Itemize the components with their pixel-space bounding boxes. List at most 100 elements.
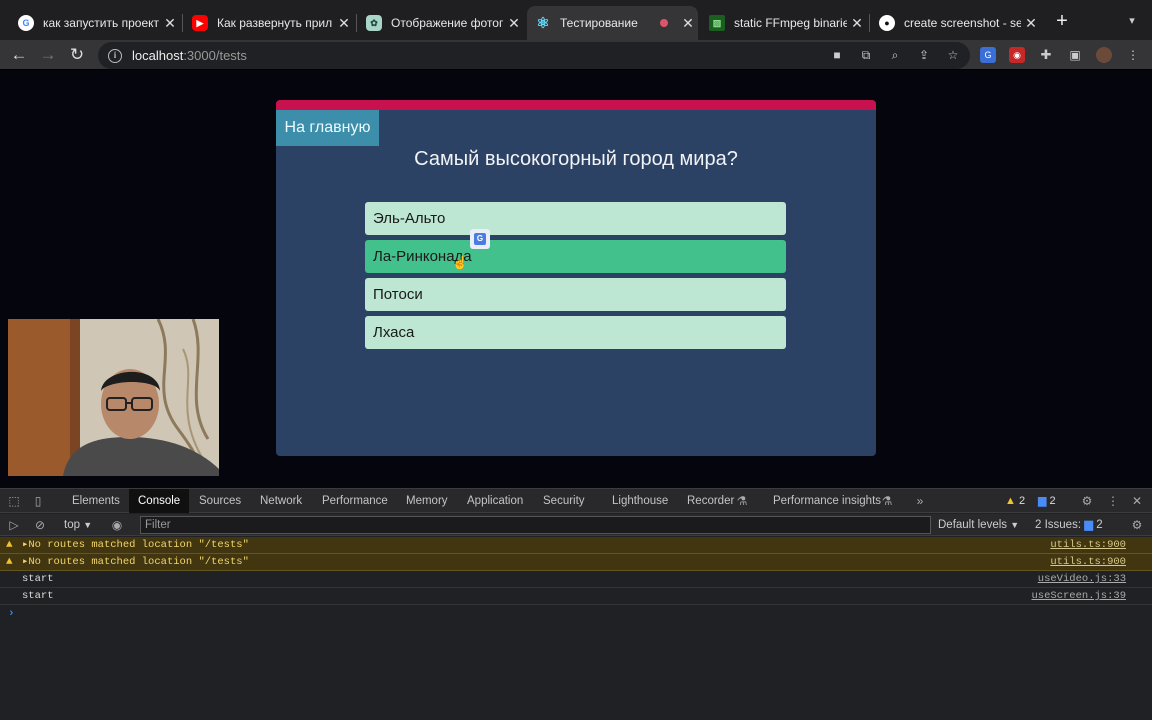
answer-option-hovered[interactable]: Ла-Ринконада [365,240,786,273]
issues-label: 2 Issues: [1035,519,1082,531]
close-tab-icon[interactable]: ✕ [504,15,524,32]
close-tab-icon[interactable]: ✕ [334,15,354,32]
console-source-link[interactable]: useVideo.js:33 [1038,571,1126,588]
google-translate-extension-icon[interactable]: G [980,47,996,63]
messages-badge[interactable]: ▆ 2 [1038,493,1056,509]
experiment-flask-icon: ⚗ [736,494,748,508]
browser-tab[interactable]: ▨ static FFmpeg binaries ✕ [701,6,867,40]
extensions-puzzle-icon[interactable]: ✚ [1038,47,1054,63]
warnings-count: 2 [1018,495,1026,507]
tab-search-icon[interactable]: ▾ [1124,10,1140,32]
back-icon[interactable]: ← [8,44,30,66]
home-button[interactable]: На главную [276,110,379,146]
log-levels-label: Default levels [938,519,1008,531]
devtools-tab-memory[interactable]: Memory [397,489,457,513]
console-text: No routes matched location "/tests" [28,556,249,568]
close-tab-icon[interactable]: ✕ [678,15,698,32]
browser-tab[interactable]: ✿ Отображение фотогр ✕ [358,6,524,40]
site-info-icon[interactable]: i [108,48,122,63]
console-filter-input[interactable]: Filter [140,516,931,534]
inspect-element-icon[interactable]: ⬚ [6,493,22,509]
quiz-question: Самый высокогорный город мира? [414,148,738,170]
issues-icon: ▆ [1084,519,1094,531]
browser-tab[interactable]: ● create screenshot - se ✕ [871,6,1041,40]
chevron-down-icon: ▼ [1010,520,1020,530]
browser-tab-active[interactable]: ⚛ Тестирование ✕ [527,6,698,40]
browser-toolbar: ← → ↻ i localhost:3000/tests ■ ⧉ ⌕ ⇪ ☆ G… [0,40,1152,70]
github-icon: ● [879,15,895,31]
camera-icon[interactable]: ■ [829,47,845,63]
console-warning-row[interactable]: ▲ ▸No routes matched location "/tests" u… [0,537,1152,554]
devtools-tab-application[interactable]: Application [458,489,532,513]
console-message-text: ▸No routes matched location "/tests" [22,556,249,568]
webcam-preview [8,319,219,476]
warning-icon: ▲ [6,556,13,568]
webcam-image [8,319,219,476]
tab-title: как запустить проект [43,16,159,30]
tab-title: create screenshot - se [904,16,1021,30]
clear-console-icon[interactable]: ⊘ [32,517,48,533]
warning-icon: ▲ [1005,495,1016,507]
console-message-text: start [22,573,54,585]
close-tab-icon[interactable]: ✕ [847,15,867,32]
zoom-icon[interactable]: ⌕ [887,47,903,63]
console-source-link[interactable]: utils.ts:900 [1050,554,1126,571]
chevron-down-icon: ▼ [83,520,93,530]
devtools-tab-performance[interactable]: Performance [313,489,397,513]
hand-cursor-icon: ☝ [452,255,469,270]
tab-title: static FFmpeg binaries [734,16,847,30]
console-source-link[interactable]: useScreen.js:39 [1031,588,1126,605]
answer-option[interactable]: Эль-Альто [365,202,786,235]
issues-button[interactable]: 2 Issues: ▆ 2 [1035,517,1103,533]
recording-indicator-icon [660,19,668,27]
answer-option[interactable]: Лхаса [365,316,786,349]
devtools-tab-lighthouse[interactable]: Lighthouse [603,489,677,513]
forward-icon[interactable]: → [37,44,59,66]
settings-gear-icon[interactable]: ⚙ [1079,493,1095,509]
profile-avatar[interactable] [1096,47,1112,63]
devtools-tab-sources[interactable]: Sources [190,489,250,513]
new-tab-icon[interactable]: + [1052,10,1072,32]
close-tab-icon[interactable]: ✕ [1021,15,1041,32]
context-label: top [64,519,80,531]
browser-tab[interactable]: ▶ Как развернуть прил ✕ [184,6,354,40]
devtools-tab-network[interactable]: Network [251,489,311,513]
bookmark-star-icon[interactable]: ☆ [945,47,961,63]
console-settings-gear-icon[interactable]: ⚙ [1129,517,1145,533]
live-expression-eye-icon[interactable]: ◉ [109,517,125,533]
device-toolbar-icon[interactable]: ▯ [30,493,46,509]
context-selector[interactable]: top ▼ [64,517,92,533]
chatgpt-icon: ✿ [366,15,382,31]
more-tabs-icon[interactable]: » [912,493,928,509]
console-warning-row[interactable]: ▲ ▸No routes matched location "/tests" u… [0,554,1152,571]
devtools-tab-console[interactable]: Console [129,489,190,513]
console-message-text: ▸No routes matched location "/tests" [22,539,249,551]
answer-option[interactable]: Потоси [365,278,786,311]
translate-popup-icon[interactable]: G [470,229,490,249]
console-source-link[interactable]: utils.ts:900 [1050,537,1126,554]
warning-icon: ▲ [6,539,13,551]
share-icon[interactable]: ⇪ [916,47,932,63]
console-prompt-icon[interactable]: › [8,608,15,620]
log-levels-dropdown[interactable]: Default levels ▼ [938,517,1019,533]
console-filter-bar: ▷ ⊘ top ▼ ◉ Filter Default levels ▼ 2 Is… [0,514,1152,536]
translate-icon[interactable]: ⧉ [858,47,874,63]
browser-menu-icon[interactable]: ⋮ [1125,47,1141,63]
close-devtools-icon[interactable]: ✕ [1129,493,1145,509]
address-path: :3000/tests [183,48,247,63]
warnings-badge[interactable]: ▲ 2 [1005,493,1025,509]
tab-title: Тестирование [560,16,638,30]
screen-recorder-extension-icon[interactable]: ◉ [1009,47,1025,63]
devtools-tab-elements[interactable]: Elements [63,489,129,513]
youtube-icon: ▶ [192,15,208,31]
console-sidebar-icon[interactable]: ▷ [6,517,22,533]
devtools-tab-security[interactable]: Security [534,489,594,513]
devtools-tab-performance-insights[interactable]: Performance insights [764,489,890,513]
devtools-menu-icon[interactable]: ⋮ [1105,493,1121,509]
reload-icon[interactable]: ↻ [66,44,88,66]
tab-title: Как развернуть прил [217,16,333,30]
close-tab-icon[interactable]: ✕ [160,15,180,32]
console-text: No routes matched location "/tests" [28,539,249,551]
side-panel-icon[interactable]: ▣ [1067,47,1083,63]
browser-tab[interactable]: G как запустить проект ✕ [10,6,180,40]
